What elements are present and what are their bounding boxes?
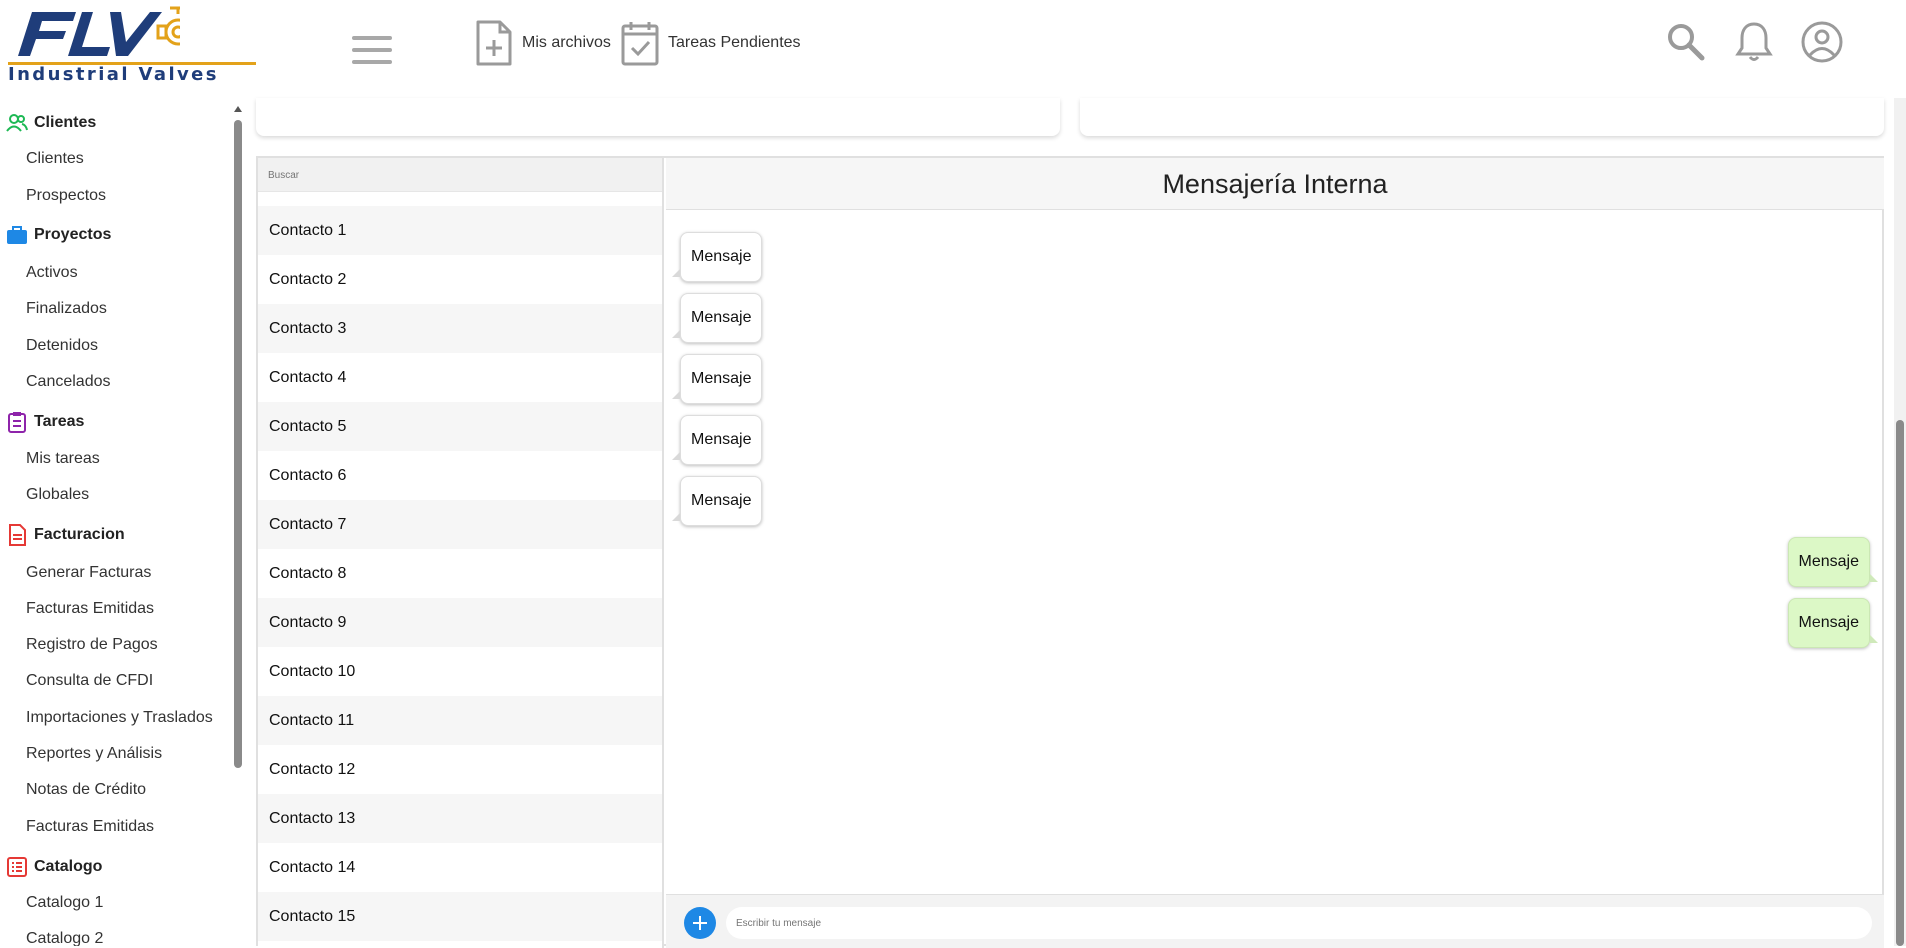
scroll-up-arrow-icon[interactable]	[234, 106, 242, 112]
contact-item[interactable]: Contacto 15	[258, 892, 662, 941]
sidebar-section-facturacion[interactable]: Facturacion	[6, 524, 125, 546]
mis-archivos-label: Mis archivos	[522, 34, 611, 51]
contact-item[interactable]: Contacto 1	[258, 206, 662, 255]
sidebar-item-clientes[interactable]: Clientes	[26, 150, 84, 168]
sidebar-item-consulta-cfdi[interactable]: Consulta de CFDI	[26, 672, 153, 690]
sidebar-item-catalogo-2[interactable]: Catalogo 2	[26, 930, 103, 946]
contact-item[interactable]: Contacto 3	[258, 304, 662, 353]
sidebar-section-catalogo[interactable]: Catalogo	[6, 856, 102, 878]
sidebar-section-label: Catalogo	[34, 858, 103, 875]
contact-item[interactable]: Contacto 14	[258, 843, 662, 892]
sidebar-item-importaciones[interactable]: Importaciones y Traslados	[26, 709, 213, 727]
chat-composer	[666, 894, 1884, 948]
document-icon	[9, 524, 26, 546]
sidebar-section-label: Proyectos	[34, 226, 112, 243]
page-scrollbar[interactable]	[1894, 98, 1906, 946]
search-icon[interactable]	[1664, 20, 1708, 64]
sidebar: Clientes Clientes Prospectos Proyectos A…	[0, 98, 242, 946]
sidebar-scrollbar-thumb[interactable]	[234, 120, 242, 768]
chat-title: Mensajería Interna	[666, 158, 1884, 210]
message-input[interactable]	[726, 907, 1872, 939]
file-add-icon	[476, 20, 512, 66]
sidebar-section-label: Clientes	[34, 114, 97, 131]
contact-item[interactable]: Contacto 7	[258, 500, 662, 549]
app-header: Industrial Valves Mis archivos Tareas Pe…	[0, 0, 1906, 98]
summary-card-right	[1080, 98, 1884, 136]
sidebar-section-tareas[interactable]: Tareas	[6, 411, 84, 433]
sidebar-item-reportes[interactable]: Reportes y Análisis	[26, 745, 162, 763]
logo-mark	[18, 6, 180, 56]
sidebar-item-notas-credito[interactable]: Notas de Crédito	[26, 781, 146, 799]
contact-item[interactable]: Contacto 13	[258, 794, 662, 843]
sidebar-item-mis-tareas[interactable]: Mis tareas	[26, 450, 100, 468]
logo-text: Industrial Valves	[8, 64, 219, 85]
sidebar-item-registro-de-pagos[interactable]: Registro de Pagos	[26, 636, 158, 654]
clipboard-icon	[8, 412, 26, 433]
hamburger-menu-icon[interactable]	[352, 36, 392, 66]
sidebar-item-activos[interactable]: Activos	[26, 264, 78, 282]
message-bubble-incoming[interactable]: Mensaje	[671, 415, 763, 465]
message-bubble-incoming[interactable]: Mensaje	[671, 476, 763, 526]
sidebar-item-cancelados[interactable]: Cancelados	[26, 373, 111, 391]
sidebar-section-label: Facturacion	[34, 526, 125, 543]
clipboard-check-icon	[621, 22, 659, 66]
contact-item[interactable]: Contacto 6	[258, 451, 662, 500]
tareas-pendientes-label: Tareas Pendientes	[668, 34, 801, 51]
sidebar-item-facturas-emitidas[interactable]: Facturas Emitidas	[26, 600, 154, 618]
sidebar-scrollbar[interactable]	[233, 106, 242, 946]
add-attachment-button[interactable]	[684, 907, 716, 939]
contact-list: Contacto 1 Contacto 2 Contacto 3 Contact…	[258, 206, 662, 941]
contact-item[interactable]: Contacto 4	[258, 353, 662, 402]
messaging-panel: Contacto 1 Contacto 2 Contacto 3 Contact…	[256, 156, 1884, 948]
sidebar-item-globales[interactable]: Globales	[26, 486, 89, 504]
contact-item[interactable]: Contacto 11	[258, 696, 662, 745]
contact-item[interactable]: Contacto 9	[258, 598, 662, 647]
sidebar-item-detenidos[interactable]: Detenidos	[26, 337, 98, 355]
tareas-pendientes-link[interactable]: Tareas Pendientes	[620, 20, 801, 66]
contact-item[interactable]: Contacto 10	[258, 647, 662, 696]
bell-icon[interactable]	[1732, 20, 1776, 64]
contact-search-input[interactable]	[258, 158, 662, 192]
contact-search-box	[258, 158, 662, 192]
contacts-panel: Contacto 1 Contacto 2 Contacto 3 Contact…	[258, 158, 664, 948]
briefcase-icon	[7, 226, 27, 244]
sidebar-section-proyectos[interactable]: Proyectos	[6, 224, 111, 246]
message-bubble-incoming[interactable]: Mensaje	[671, 232, 763, 282]
page-scrollbar-thumb[interactable]	[1896, 420, 1904, 946]
message-bubble-outgoing[interactable]: Mensaje	[1787, 537, 1879, 587]
contact-item[interactable]: Contacto 8	[258, 549, 662, 598]
user-circle-icon[interactable]	[1800, 20, 1844, 64]
users-icon	[6, 114, 28, 132]
summary-card-left	[256, 98, 1060, 136]
sidebar-item-catalogo-1[interactable]: Catalogo 1	[26, 894, 103, 912]
sidebar-item-prospectos[interactable]: Prospectos	[26, 187, 106, 205]
company-logo[interactable]: Industrial Valves	[8, 4, 258, 85]
contact-item[interactable]: Contacto 2	[258, 255, 662, 304]
mis-archivos-link[interactable]: Mis archivos	[474, 20, 611, 66]
contact-item[interactable]: Contacto 5	[258, 402, 662, 451]
contact-item[interactable]: Contacto 12	[258, 745, 662, 794]
chat-panel: Mensajería Interna Mensaje Mensaje Mensa…	[666, 158, 1884, 948]
sidebar-section-clientes[interactable]: Clientes	[6, 112, 96, 134]
message-bubble-outgoing[interactable]: Mensaje	[1787, 598, 1879, 648]
sidebar-item-facturas-emitidas-2[interactable]: Facturas Emitidas	[26, 818, 154, 836]
message-bubble-incoming[interactable]: Mensaje	[671, 293, 763, 343]
sidebar-item-generar-facturas[interactable]: Generar Facturas	[26, 564, 151, 582]
list-icon	[7, 857, 27, 877]
sidebar-section-label: Tareas	[34, 413, 85, 430]
sidebar-item-finalizados[interactable]: Finalizados	[26, 300, 107, 318]
message-bubble-incoming[interactable]: Mensaje	[671, 354, 763, 404]
